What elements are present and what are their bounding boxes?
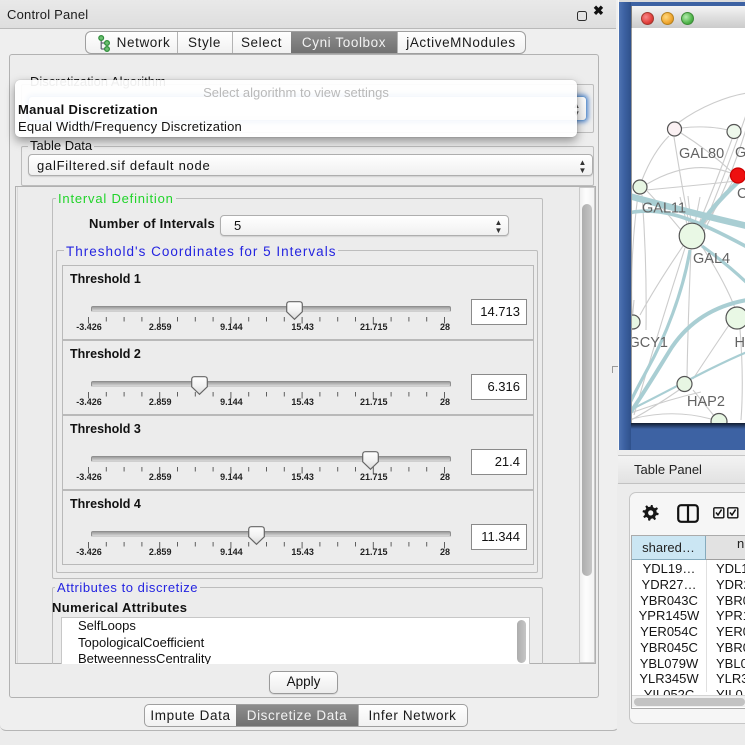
svg-text:GAL4: GAL4 [693, 251, 730, 267]
svg-text:GA: GA [735, 145, 745, 161]
svg-text:GAL80: GAL80 [679, 146, 724, 162]
svg-text:HI: HI [735, 335, 745, 351]
svg-text:C: C [737, 186, 745, 202]
svg-text:HAP2: HAP2 [687, 394, 725, 410]
svg-text:GCY1: GCY1 [632, 335, 668, 351]
svg-text:GAL11: GAL11 [642, 201, 686, 217]
